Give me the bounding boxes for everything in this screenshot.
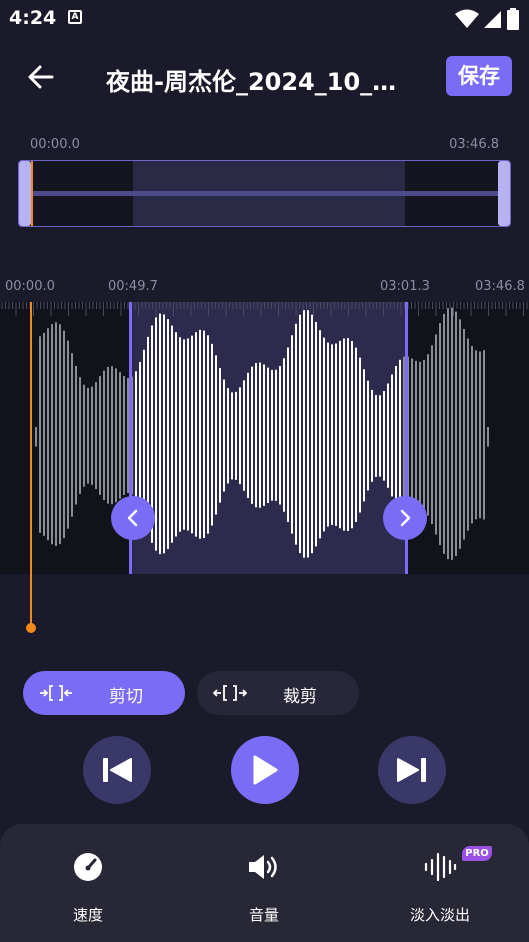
fade-tool[interactable]: PRO 淡入淡出 bbox=[380, 824, 500, 942]
battery-icon bbox=[507, 8, 519, 30]
trim-mode-button[interactable]: 裁剪 bbox=[197, 671, 359, 715]
waveform-icon bbox=[423, 850, 457, 884]
volume-icon bbox=[247, 850, 281, 884]
fade-tool-label: 淡入淡出 bbox=[409, 906, 470, 924]
skip-next-button[interactable] bbox=[378, 736, 446, 804]
back-button[interactable] bbox=[24, 61, 58, 93]
arrow-left-icon bbox=[28, 65, 54, 89]
status-bar: 4:24 A bbox=[0, 0, 529, 36]
speed-tool[interactable]: 速度 bbox=[28, 824, 148, 942]
play-icon bbox=[253, 755, 278, 785]
waveform bbox=[1, 302, 528, 560]
overview-left-handle[interactable] bbox=[19, 161, 31, 226]
overview-right-handle[interactable] bbox=[498, 161, 510, 226]
skip-next-icon bbox=[397, 758, 426, 782]
overview-end-time: 03:46.8 bbox=[449, 137, 499, 152]
overview-track bbox=[19, 191, 510, 196]
status-time: 4:24 bbox=[9, 7, 57, 29]
cut-mode-label: 剪切 bbox=[109, 687, 143, 707]
cut-mode-button[interactable]: 剪切 bbox=[23, 671, 185, 715]
wifi-icon bbox=[455, 9, 479, 28]
timeline-label-selection-start: 00:49.7 bbox=[108, 279, 158, 294]
overview-start-time: 00:00.0 bbox=[30, 137, 80, 152]
timeline-label-selection-end: 03:01.3 bbox=[380, 279, 430, 294]
overview-playhead bbox=[31, 161, 33, 226]
save-button[interactable]: 保存 bbox=[446, 56, 512, 96]
volume-tool-label: 音量 bbox=[248, 906, 279, 924]
volume-tool[interactable]: 音量 bbox=[204, 824, 324, 942]
chevron-left-icon bbox=[127, 509, 138, 527]
play-button[interactable] bbox=[231, 736, 299, 804]
trim-icon bbox=[213, 685, 247, 701]
tool-panel: 速度 音量 PRO 淡入淡出 bbox=[0, 824, 529, 942]
status-icons bbox=[455, 8, 519, 30]
notification-icon: A bbox=[68, 10, 82, 24]
overview-scrubber[interactable] bbox=[18, 160, 511, 227]
signal-icon bbox=[484, 11, 501, 28]
timeline-label-start: 00:00.0 bbox=[5, 279, 55, 294]
waveform-editor[interactable] bbox=[0, 302, 529, 574]
speedometer-icon bbox=[71, 850, 105, 884]
skip-previous-icon bbox=[103, 758, 132, 782]
skip-previous-button[interactable] bbox=[83, 736, 151, 804]
playhead-knob[interactable] bbox=[26, 623, 36, 633]
speed-tool-label: 速度 bbox=[72, 906, 103, 924]
selection-right-handle[interactable] bbox=[383, 496, 427, 540]
page-title: 夜曲-周杰伦_2024_10_… bbox=[106, 68, 397, 96]
timeline-label-end: 03:46.8 bbox=[475, 279, 525, 294]
cut-icon bbox=[40, 685, 72, 701]
app-bar: 夜曲-周杰伦_2024_10_… 保存 bbox=[0, 50, 529, 104]
trim-mode-label: 裁剪 bbox=[283, 687, 317, 707]
selection-left-handle[interactable] bbox=[111, 496, 155, 540]
pro-badge: PRO bbox=[462, 846, 492, 861]
playhead[interactable] bbox=[30, 302, 32, 626]
chevron-right-icon bbox=[400, 509, 411, 527]
